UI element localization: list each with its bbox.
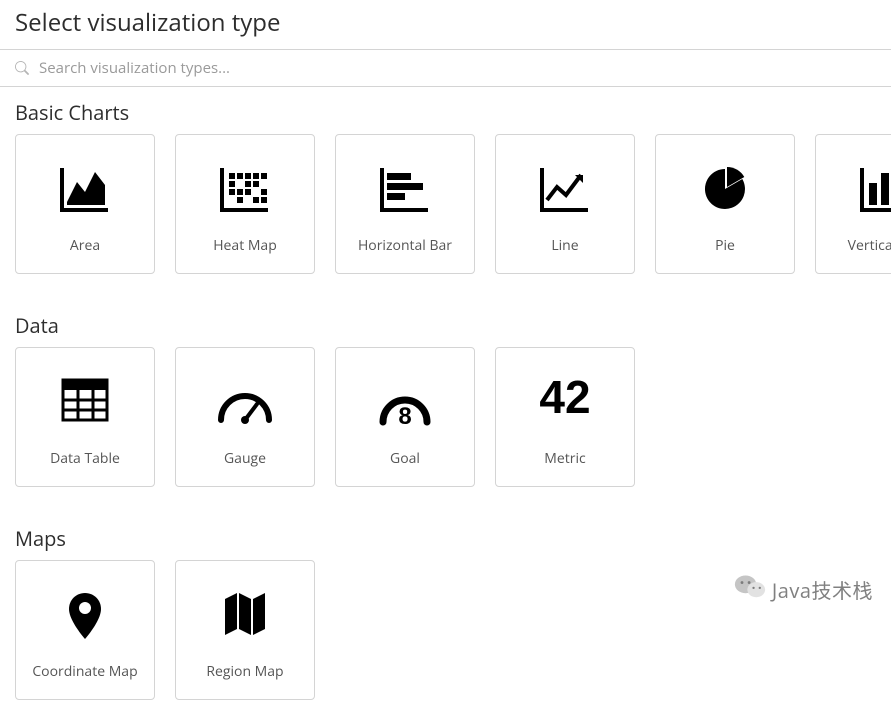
wechat-icon bbox=[734, 573, 766, 606]
data-row: Data Table Gauge 8 Goal 42 Metric bbox=[0, 345, 891, 489]
watermark: Java技术栈 bbox=[734, 573, 873, 606]
viz-label: Vertical Bar bbox=[848, 236, 891, 255]
horizontal-bar-icon bbox=[336, 165, 474, 213]
vertical-bar-icon bbox=[816, 165, 891, 213]
viz-card-goal[interactable]: 8 Goal bbox=[335, 347, 475, 487]
viz-label: Pie bbox=[715, 236, 735, 255]
viz-card-data-table[interactable]: Data Table bbox=[15, 347, 155, 487]
metric-icon: 42 bbox=[496, 370, 634, 424]
viz-label: Horizontal Bar bbox=[358, 236, 452, 255]
viz-card-vertical-bar[interactable]: Vertical Bar bbox=[815, 134, 891, 274]
svg-text:8: 8 bbox=[398, 403, 411, 430]
section-title-maps: Maps bbox=[0, 513, 891, 558]
gauge-icon bbox=[176, 378, 314, 426]
search-bar bbox=[0, 49, 891, 87]
page-title: Select visualization type bbox=[0, 0, 891, 49]
heat-map-icon bbox=[176, 165, 314, 213]
viz-card-pie[interactable]: Pie bbox=[655, 134, 795, 274]
viz-label: Region Map bbox=[206, 662, 283, 681]
viz-card-coordinate-map[interactable]: Coordinate Map bbox=[15, 560, 155, 700]
viz-label: Goal bbox=[390, 449, 420, 468]
viz-label: Data Table bbox=[50, 449, 120, 468]
watermark-text: Java技术栈 bbox=[772, 575, 873, 604]
viz-card-metric[interactable]: 42 Metric bbox=[495, 347, 635, 487]
viz-card-horizontal-bar[interactable]: Horizontal Bar bbox=[335, 134, 475, 274]
area-chart-icon bbox=[16, 165, 154, 213]
search-icon bbox=[15, 61, 29, 75]
viz-card-heat-map[interactable]: Heat Map bbox=[175, 134, 315, 274]
region-map-icon bbox=[176, 591, 314, 637]
viz-label: Area bbox=[70, 236, 100, 255]
search-input[interactable] bbox=[39, 58, 879, 78]
viz-card-area[interactable]: Area bbox=[15, 134, 155, 274]
viz-label: Metric bbox=[544, 449, 585, 468]
viz-card-gauge[interactable]: Gauge bbox=[175, 347, 315, 487]
line-chart-icon bbox=[496, 165, 634, 213]
section-title-data: Data bbox=[0, 300, 891, 345]
basic-charts-row: Area Heat Map Horizontal Bar bbox=[0, 132, 891, 276]
viz-label: Coordinate Map bbox=[32, 662, 137, 681]
goal-icon: 8 bbox=[336, 378, 474, 430]
viz-label: Gauge bbox=[224, 449, 266, 468]
data-table-icon bbox=[16, 378, 154, 422]
viz-label: Heat Map bbox=[213, 236, 277, 255]
section-title-basic-charts: Basic Charts bbox=[0, 87, 891, 132]
viz-card-region-map[interactable]: Region Map bbox=[175, 560, 315, 700]
viz-label: Line bbox=[551, 236, 578, 255]
viz-card-line[interactable]: Line bbox=[495, 134, 635, 274]
pie-chart-icon bbox=[656, 165, 794, 213]
